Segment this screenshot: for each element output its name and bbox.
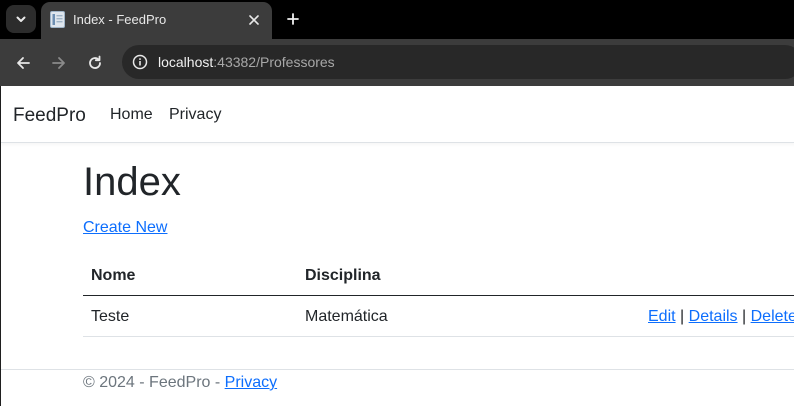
arrow-left-icon	[17, 57, 30, 69]
table-row-divider	[83, 336, 794, 337]
tab-title: Index - FeedPro	[73, 12, 167, 27]
address-bar[interactable]: localhost:43382/Professores	[122, 45, 794, 79]
footer-text: © 2024 - FeedPro -	[83, 374, 225, 391]
new-tab-button[interactable]	[283, 9, 303, 29]
site-info-button[interactable]	[130, 52, 150, 72]
reload-button[interactable]	[83, 51, 107, 75]
column-header-disciplina: Disciplina	[305, 267, 381, 284]
url-path: :43382/Professores	[213, 54, 335, 70]
browser-toolbar: localhost:43382/Professores	[0, 39, 794, 86]
create-new-link[interactable]: Create New	[83, 219, 167, 237]
reload-icon	[89, 55, 101, 69]
arrow-right-icon	[52, 57, 65, 69]
delete-link[interactable]: Delete	[751, 308, 794, 325]
site-navbar: FeedPro Home Privacy	[1, 86, 794, 143]
cell-nome: Teste	[91, 308, 130, 325]
table-header-divider	[83, 295, 794, 296]
plus-icon	[287, 13, 299, 25]
url-text: localhost:43382/Professores	[158, 54, 335, 70]
web-page: FeedPro Home Privacy Index Create New No…	[0, 86, 794, 406]
footer-divider	[1, 369, 794, 370]
browser-tab-active[interactable]: Index - FeedPro	[41, 2, 272, 39]
action-separator: |	[680, 308, 685, 325]
column-header-nome: Nome	[91, 267, 136, 284]
nav-link-home[interactable]: Home	[110, 106, 153, 124]
url-host: localhost	[158, 54, 214, 70]
info-icon	[132, 54, 148, 70]
browser-tab-strip: Index - FeedPro	[0, 0, 794, 39]
edit-link[interactable]: Edit	[648, 308, 676, 325]
tab-close-button[interactable]	[246, 12, 262, 28]
close-icon	[249, 15, 259, 25]
back-button[interactable]	[11, 51, 35, 75]
footer-privacy-link[interactable]: Privacy	[225, 374, 277, 391]
row-actions: Edit | Details | Delete	[648, 308, 794, 326]
tab-list-button[interactable]	[6, 5, 36, 33]
footer: © 2024 - FeedPro - Privacy	[83, 374, 277, 392]
cell-disciplina: Matemática	[305, 308, 388, 325]
chevron-down-icon	[16, 16, 26, 22]
document-icon	[50, 11, 65, 28]
page-title: Index	[83, 160, 181, 204]
details-link[interactable]: Details	[689, 308, 738, 325]
forward-button[interactable]	[47, 51, 71, 75]
navbar-brand[interactable]: FeedPro	[13, 105, 86, 127]
nav-link-privacy[interactable]: Privacy	[169, 106, 221, 124]
action-separator: |	[742, 308, 747, 325]
